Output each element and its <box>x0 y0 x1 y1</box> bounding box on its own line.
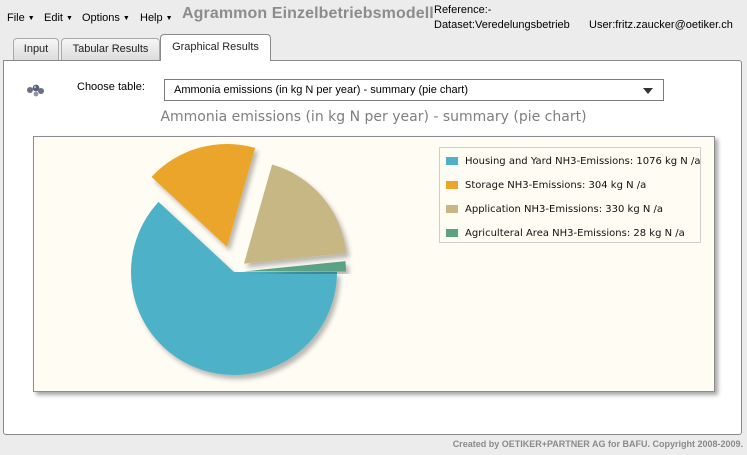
legend-label: Application NH3-Emissions: 330 kg N /a <box>465 203 664 215</box>
menu-help[interactable]: Help ▼ <box>140 12 173 24</box>
tab-tabular-results[interactable]: Tabular Results <box>61 38 160 60</box>
choose-table-select[interactable]: Ammonia emissions (in kg N per year) - s… <box>164 79 664 101</box>
legend-item-agricultural-area: Agriculteral Area NH3-Emissions: 28 kg N… <box>446 226 685 240</box>
molecule-icon <box>26 83 46 100</box>
chevron-down-icon: ▼ <box>65 15 73 22</box>
menu-options[interactable]: Options ▼ <box>82 12 130 24</box>
chevron-down-icon: ▼ <box>122 15 130 22</box>
legend-swatch <box>446 229 458 237</box>
menu-edit-label: Edit <box>44 12 63 24</box>
pie-slice-application[interactable] <box>243 164 347 264</box>
menu-file[interactable]: File ▼ <box>7 12 35 24</box>
app-title: Agrammon Einzelbetriebsmodell <box>182 5 434 22</box>
menu-options-label: Options <box>82 12 120 24</box>
legend-item-housing-yard: Housing and Yard NH3-Emissions: 1076 kg … <box>446 154 700 168</box>
user-text: User:fritz.zaucker@oetiker.ch <box>589 19 733 31</box>
menu-edit[interactable]: Edit ▼ <box>44 12 73 24</box>
legend-item-application: Application NH3-Emissions: 330 kg N /a <box>446 202 663 216</box>
menu-help-label: Help <box>140 12 163 24</box>
legend-label: Housing and Yard NH3-Emissions: 1076 kg … <box>465 155 701 167</box>
legend-label: Storage NH3-Emissions: 304 kg N /a <box>465 179 647 191</box>
graphical-results-panel: Choose table: Ammonia emissions (in kg N… <box>3 60 742 435</box>
chevron-down-icon: ▼ <box>27 15 35 22</box>
pie-chart: Housing and Yard NH3-Emissions: 1076 kg … <box>33 136 715 392</box>
legend-label: Agriculteral Area NH3-Emissions: 28 kg N… <box>465 227 685 239</box>
chart-title: Ammonia emissions (in kg N per year) - s… <box>160 109 587 125</box>
menu-file-label: File <box>7 12 25 24</box>
tab-input[interactable]: Input <box>13 38 59 60</box>
tab-graphical-results[interactable]: Graphical Results <box>160 34 271 61</box>
legend-swatch <box>446 157 458 165</box>
chevron-down-icon: ▼ <box>165 15 173 22</box>
app-window: File ▼ Edit ▼ Options ▼ Help ▼ Agrammon Einz… <box>0 0 747 455</box>
pie-slice-agricultural-area[interactable] <box>242 261 346 272</box>
legend-item-storage: Storage NH3-Emissions: 304 kg N /a <box>446 178 646 192</box>
choose-table-label: Choose table: <box>77 81 145 93</box>
footer-copyright: Created by OETIKER+PARTNER AG for BAFU. … <box>452 439 743 449</box>
legend-swatch <box>446 181 458 189</box>
legend-swatch <box>446 205 458 213</box>
dataset-text: Dataset:Veredelungsbetrieb <box>434 19 570 31</box>
chart-legend: Housing and Yard NH3-Emissions: 1076 kg … <box>439 147 701 243</box>
reference-text: Reference:- <box>434 4 492 16</box>
